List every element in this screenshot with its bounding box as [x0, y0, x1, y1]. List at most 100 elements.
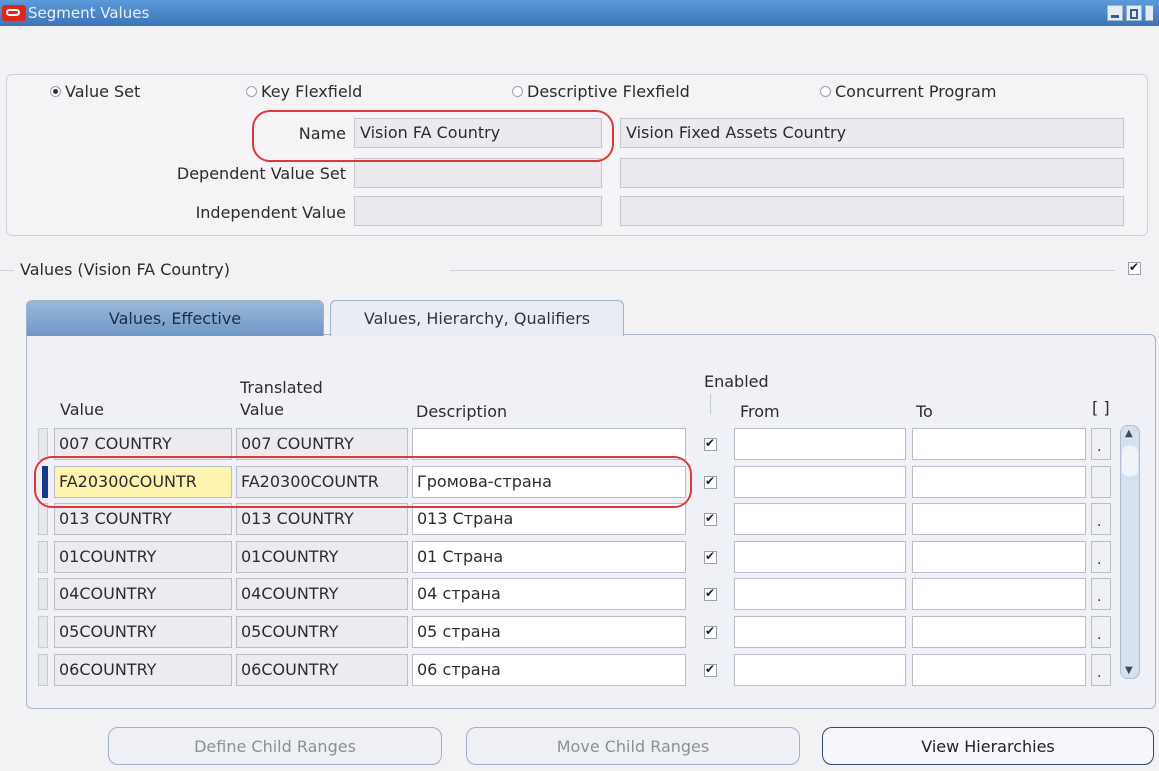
row-selector[interactable]: [38, 578, 48, 610]
independent-value-label: Independent Value: [195, 203, 346, 222]
enabled-checkbox[interactable]: [704, 549, 717, 564]
description-cell[interactable]: 04 страна: [412, 578, 686, 610]
translated-value-cell[interactable]: 06COUNTRY: [236, 654, 408, 686]
maximize-icon[interactable]: [1126, 5, 1142, 21]
description-cell[interactable]: [412, 428, 686, 460]
scrollbar-thumb[interactable]: [1122, 446, 1138, 476]
oracle-logo-icon: [2, 5, 26, 21]
value-cell[interactable]: 04COUNTRY: [54, 578, 232, 610]
description-cell[interactable]: 06 страна: [412, 654, 686, 686]
column-header-extra: [ ]: [1092, 398, 1110, 417]
enabled-checkbox[interactable]: [704, 586, 717, 601]
vertical-scrollbar[interactable]: ▲ ▼: [1120, 425, 1140, 679]
scroll-down-icon[interactable]: ▼: [1125, 665, 1133, 676]
divider: [450, 270, 1115, 271]
enabled-checkbox[interactable]: [704, 662, 717, 677]
column-header-value: Value: [60, 400, 104, 419]
radio-key-flexfield[interactable]: Key Flexfield: [242, 80, 367, 102]
independent-value-field[interactable]: [354, 196, 602, 226]
row-selector[interactable]: [38, 654, 48, 686]
value-cell[interactable]: 05COUNTRY: [54, 616, 232, 648]
translated-value-cell[interactable]: 013 COUNTRY: [236, 503, 408, 535]
radio-concurrent-program[interactable]: Concurrent Program: [816, 80, 1001, 102]
define-child-ranges-button[interactable]: Define Child Ranges: [108, 727, 442, 765]
enabled-checkbox[interactable]: [704, 511, 717, 526]
to-date-cell[interactable]: [912, 616, 1086, 648]
radio-label: Key Flexfield: [261, 81, 363, 101]
row-selector[interactable]: [42, 466, 48, 498]
translated-value-cell[interactable]: 05COUNTRY: [236, 616, 408, 648]
description-cell[interactable]: 05 страна: [412, 616, 686, 648]
values-section-title: Values (Vision FA Country): [20, 260, 231, 279]
tab-values-hierarchy-qualifiers[interactable]: Values, Hierarchy, Qualifiers: [330, 300, 624, 336]
value-cell[interactable]: FA20300COUNTR: [54, 466, 232, 498]
to-date-cell[interactable]: [912, 654, 1086, 686]
flexfield-cell[interactable]: .: [1091, 616, 1111, 648]
value-cell[interactable]: 01COUNTRY: [54, 541, 232, 573]
minimize-icon[interactable]: [1107, 5, 1123, 21]
scroll-up-icon[interactable]: ▲: [1125, 428, 1133, 439]
radio-label: Concurrent Program: [835, 81, 997, 101]
flexfield-cell[interactable]: .: [1091, 428, 1111, 460]
to-date-cell[interactable]: [912, 578, 1086, 610]
row-selector[interactable]: [38, 428, 48, 460]
translated-value-cell[interactable]: 04COUNTRY: [236, 578, 408, 610]
radio-selected-icon: [50, 85, 61, 97]
from-date-cell[interactable]: [734, 466, 906, 498]
to-date-cell[interactable]: [912, 428, 1086, 460]
enabled-checkbox[interactable]: [704, 624, 717, 639]
from-date-cell[interactable]: [734, 654, 906, 686]
from-date-cell[interactable]: [734, 578, 906, 610]
translated-value-cell[interactable]: 01COUNTRY: [236, 541, 408, 573]
translated-value-cell[interactable]: 007 COUNTRY: [236, 428, 408, 460]
values-section-checkbox[interactable]: [1128, 260, 1141, 275]
description-cell[interactable]: 01 Страна: [412, 541, 686, 573]
dependent-description-field[interactable]: [620, 158, 1124, 188]
value-cell[interactable]: 06COUNTRY: [54, 654, 232, 686]
flexfield-cell[interactable]: .: [1091, 578, 1111, 610]
row-selector[interactable]: [38, 616, 48, 648]
radio-icon: [820, 85, 831, 97]
column-header-translated: Translated: [240, 378, 323, 397]
to-date-cell[interactable]: [912, 466, 1086, 498]
divider: [0, 270, 14, 271]
window-title: Segment Values: [28, 4, 150, 22]
name-label: Name: [298, 124, 346, 143]
move-child-ranges-button[interactable]: Move Child Ranges: [466, 727, 800, 765]
dependent-value-set-field[interactable]: [354, 158, 602, 188]
name-description-field[interactable]: Vision Fixed Assets Country: [620, 118, 1124, 148]
view-hierarchies-button[interactable]: View Hierarchies: [822, 727, 1154, 765]
to-date-cell[interactable]: [912, 541, 1086, 573]
radio-label: Descriptive Flexfield: [527, 81, 690, 101]
enabled-checkbox[interactable]: [704, 474, 717, 489]
flexfield-cell[interactable]: [1091, 466, 1111, 498]
name-field[interactable]: Vision FA Country: [354, 118, 602, 148]
value-cell[interactable]: 007 COUNTRY: [54, 428, 232, 460]
column-header-translated-value: Value: [240, 400, 284, 419]
radio-icon: [246, 85, 257, 97]
flexfield-cell[interactable]: .: [1091, 503, 1111, 535]
radio-value-set[interactable]: Value Set: [46, 80, 145, 102]
radio-label: Value Set: [65, 81, 141, 101]
close-icon[interactable]: [1145, 5, 1153, 21]
enabled-checkbox[interactable]: [704, 436, 717, 451]
column-header-from: From: [740, 402, 780, 421]
description-cell[interactable]: Громова-страна: [412, 466, 686, 498]
flexfield-cell[interactable]: .: [1091, 654, 1111, 686]
translated-value-cell[interactable]: FA20300COUNTR: [236, 466, 408, 498]
row-selector[interactable]: [38, 541, 48, 573]
from-date-cell[interactable]: [734, 541, 906, 573]
value-cell[interactable]: 013 COUNTRY: [54, 503, 232, 535]
independent-description-field[interactable]: [620, 196, 1124, 226]
column-header-to: To: [916, 402, 933, 421]
row-selector[interactable]: [38, 503, 48, 535]
radio-descriptive-flexfield[interactable]: Descriptive Flexfield: [508, 80, 694, 102]
tab-values-effective[interactable]: Values, Effective: [26, 300, 324, 336]
from-date-cell[interactable]: [734, 503, 906, 535]
flexfield-cell[interactable]: .: [1091, 541, 1111, 573]
to-date-cell[interactable]: [912, 503, 1086, 535]
from-date-cell[interactable]: [734, 428, 906, 460]
from-date-cell[interactable]: [734, 616, 906, 648]
title-bar: Segment Values: [0, 0, 1159, 26]
description-cell[interactable]: 013 Страна: [412, 503, 686, 535]
